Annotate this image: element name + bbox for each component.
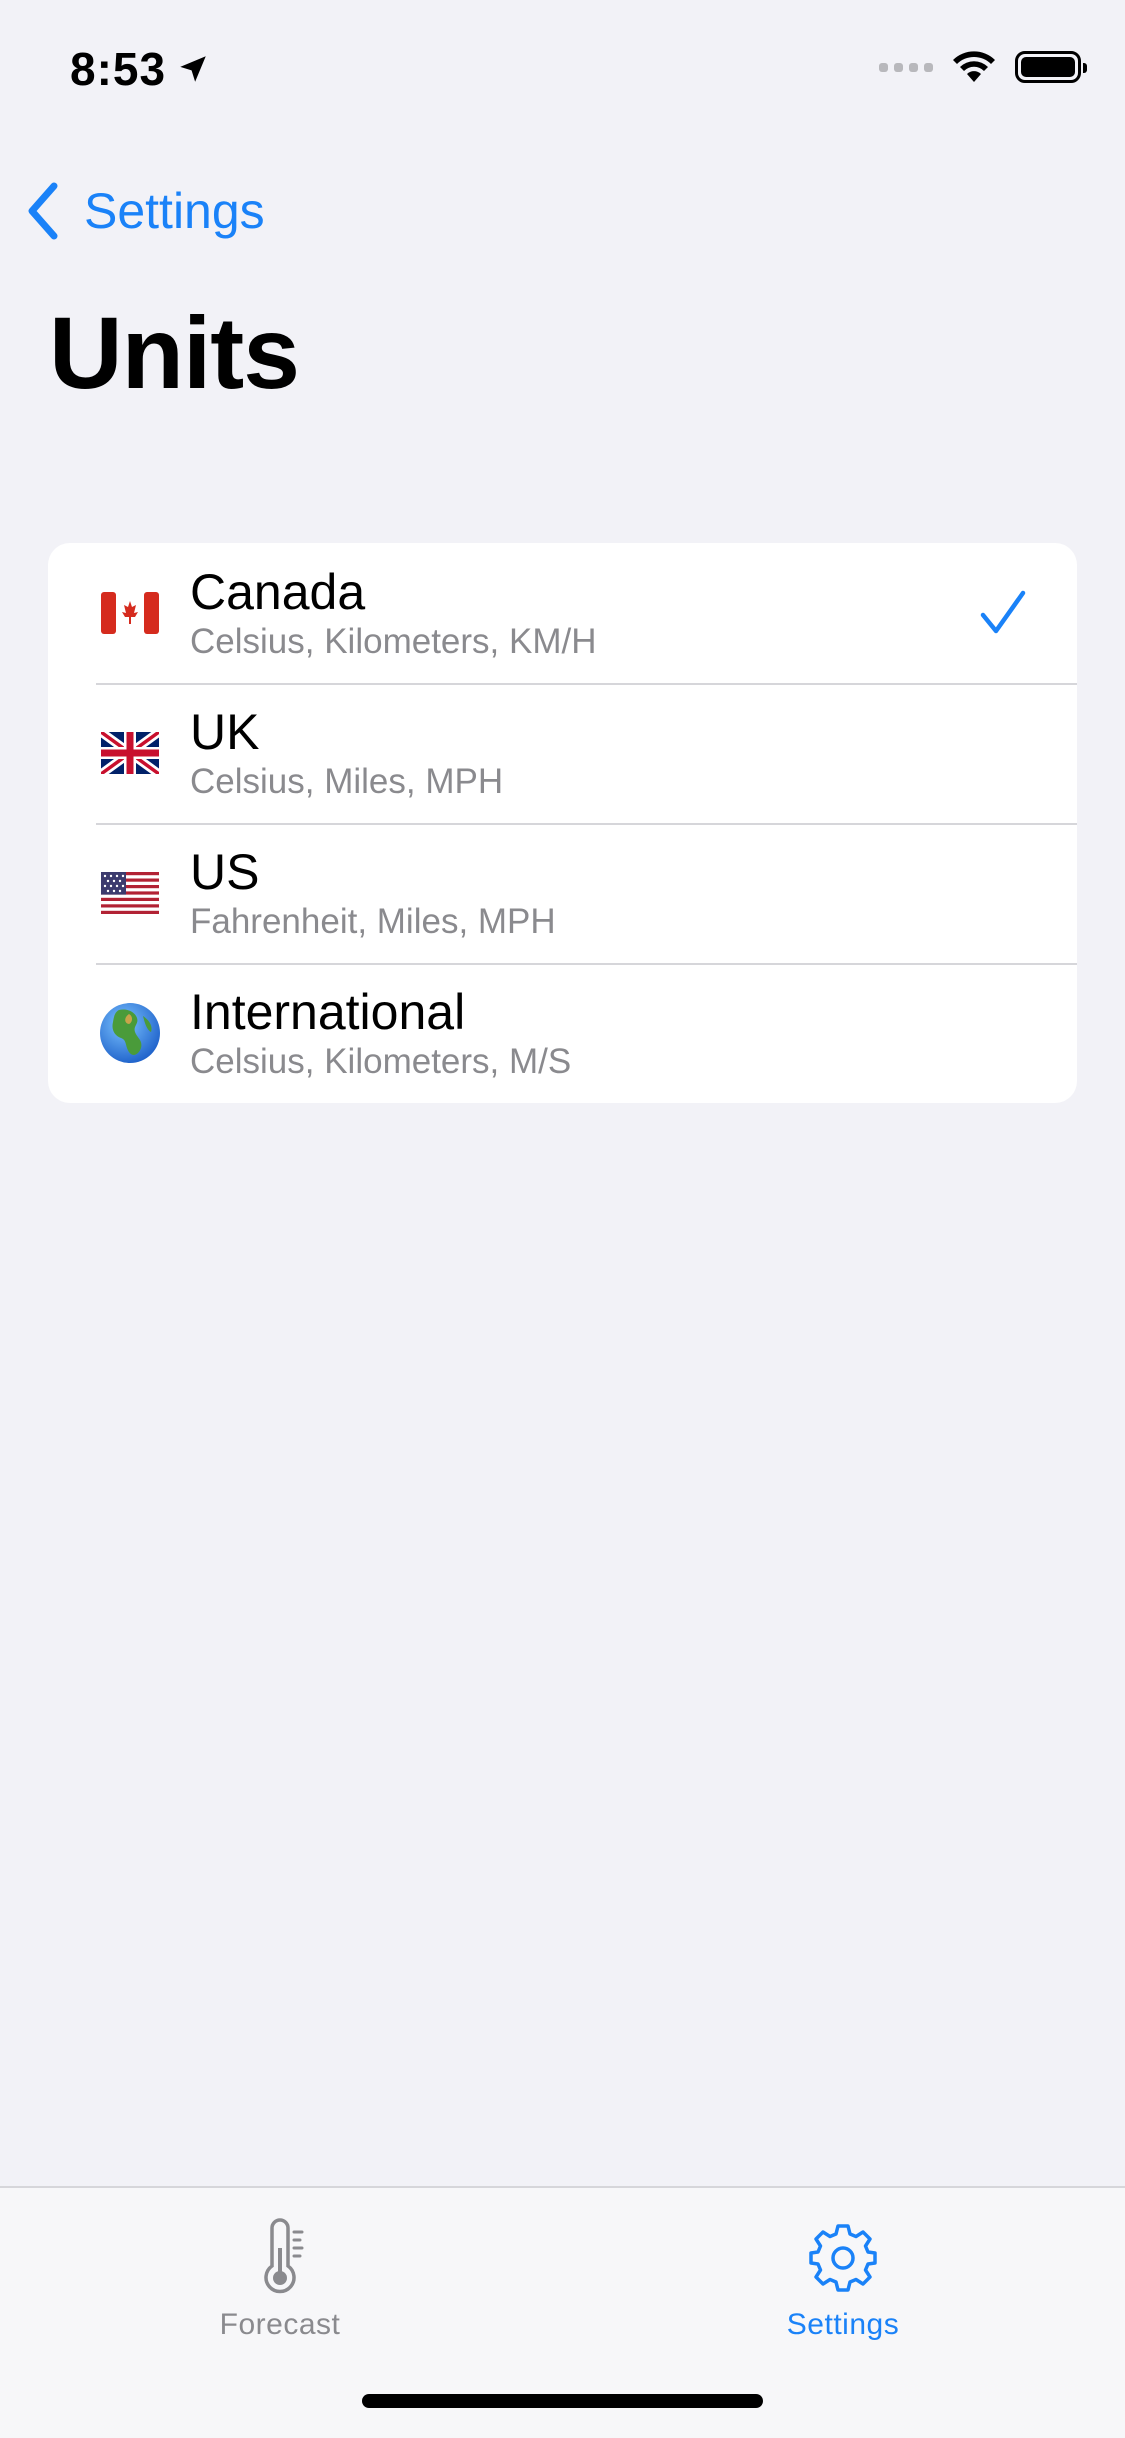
row-title: UK — [190, 704, 260, 760]
row-text: US Fahrenheit, Miles, MPH — [190, 843, 556, 943]
row-subtitle: Celsius, Miles, MPH — [190, 762, 504, 801]
row-subtitle: Celsius, Kilometers, KM/H — [190, 622, 597, 661]
row-title: Canada — [190, 564, 366, 620]
tab-settings-label: Settings — [786, 2308, 900, 2341]
globe-icon — [98, 1002, 162, 1064]
units-list: Canada Celsius, Kilometers, KM/H UK Cels… — [48, 543, 1077, 1103]
checkmark-icon — [980, 590, 1026, 634]
row-subtitle: Celsius, Kilometers, M/S — [190, 1042, 572, 1081]
uk-flag-icon — [98, 732, 162, 774]
canada-flag-icon — [98, 592, 162, 634]
tab-forecast-label: Forecast — [219, 2308, 341, 2341]
list-item-canada[interactable]: Canada Celsius, Kilometers, KM/H — [48, 543, 1077, 683]
home-indicator[interactable] — [362, 2394, 763, 2408]
thermometer-icon — [264, 2218, 304, 2294]
back-button-label: Settings — [84, 183, 265, 239]
cellular-signal-icon — [879, 62, 933, 72]
wifi-icon — [953, 51, 995, 82]
status-bar: 8:53 — [0, 0, 1125, 140]
back-button[interactable]: Settings — [24, 182, 265, 240]
page-title: Units — [49, 296, 300, 410]
tab-forecast[interactable]: Forecast — [170, 2218, 390, 2342]
status-time: 8:53 — [70, 42, 210, 96]
battery-fill — [1021, 57, 1075, 77]
row-text: International Celsius, Kilometers, M/S — [190, 983, 571, 1083]
status-time-label: 8:53 — [70, 43, 167, 95]
status-indicators — [879, 50, 1087, 84]
row-subtitle: Fahrenheit, Miles, MPH — [190, 902, 556, 941]
list-item-international[interactable]: International Celsius, Kilometers, M/S — [48, 963, 1077, 1103]
list-item-us[interactable]: US Fahrenheit, Miles, MPH — [48, 823, 1077, 963]
chevron-left-icon — [28, 182, 58, 240]
list-item-uk[interactable]: UK Celsius, Miles, MPH — [48, 683, 1077, 823]
row-text: UK Celsius, Miles, MPH — [190, 703, 503, 803]
battery-icon — [1015, 51, 1087, 83]
row-text: Canada Celsius, Kilometers, KM/H — [190, 563, 596, 663]
location-arrow-icon — [180, 56, 206, 82]
row-title: International — [190, 984, 466, 1040]
tab-settings[interactable]: Settings — [733, 2218, 953, 2342]
row-title: US — [190, 844, 260, 900]
gear-icon — [809, 2224, 877, 2292]
us-flag-icon — [98, 872, 162, 914]
